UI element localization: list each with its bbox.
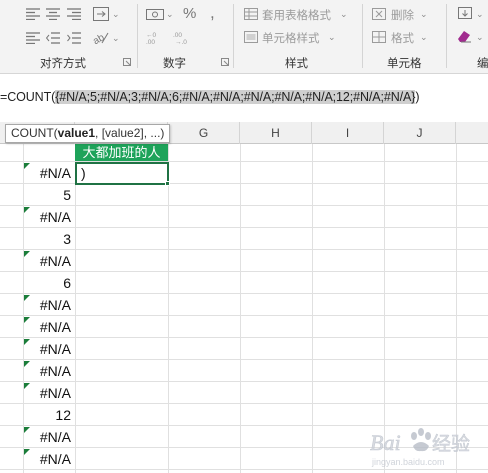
decrease-indent-icon[interactable]: [46, 32, 60, 44]
cell-a-value[interactable]: #N/A: [24, 316, 75, 338]
cell-a-value[interactable]: #N/A: [24, 360, 75, 382]
accounting-format-icon[interactable]: [146, 7, 164, 21]
editing-group-label: 编: [477, 58, 488, 70]
merge-center-icon[interactable]: [93, 7, 109, 21]
grid-line: [75, 144, 76, 473]
function-tooltip: COUNT(value1, [value2], ...): [5, 124, 170, 143]
svg-text:Bai: Bai: [370, 430, 401, 455]
cell-a-value[interactable]: 3: [24, 228, 75, 250]
baidu-jingyan-watermark: Bai 经验 jingyan.baidu.com: [370, 420, 488, 470]
fill-handle[interactable]: [165, 181, 170, 186]
grid-line: [312, 144, 313, 473]
increase-decimal-icon[interactable]: ←0.00: [146, 30, 164, 44]
format-dropdown-icon[interactable]: ⌄: [420, 32, 428, 43]
tooltip-other-arguments: , [value2], ...): [95, 126, 165, 140]
group-separator: [362, 4, 363, 68]
formula-selected-array: {#N/A;5;#N/A;3;#N/A;6;#N/A;#N/A;#N/A;#N/…: [55, 90, 416, 104]
formula-suffix: ): [415, 90, 420, 104]
column-header-i[interactable]: I: [312, 122, 384, 144]
cell-a-value[interactable]: #N/A: [24, 294, 75, 316]
column-header-k[interactable]: [456, 122, 488, 144]
column-f-header-cell[interactable]: 大都加班的人: [75, 144, 168, 161]
column-header-h[interactable]: H: [240, 122, 312, 144]
cell-a-value[interactable]: #N/A: [24, 448, 75, 470]
active-cell-editor[interactable]: ): [75, 162, 169, 185]
number-group-label: 数字: [163, 58, 186, 70]
cell-a-value[interactable]: #N/A: [24, 426, 75, 448]
styles-group-label: 样式: [285, 58, 308, 70]
cell-a-value[interactable]: #N/A: [24, 162, 75, 184]
cell-styles-dropdown-icon[interactable]: ⌄: [328, 32, 336, 43]
accounting-dropdown-icon[interactable]: ⌄: [166, 9, 174, 20]
align-top-left-icon[interactable]: [26, 8, 40, 20]
tooltip-current-argument[interactable]: value1: [58, 126, 95, 140]
clear-dropdown-icon[interactable]: ⌄: [476, 32, 484, 43]
formula-bar[interactable]: =COUNT({#N/A;5;#N/A;3;#N/A;6;#N/A;#N/A;#…: [0, 84, 488, 110]
alignment-group-label: 对齐方式: [40, 58, 86, 70]
merge-dropdown-icon[interactable]: ⌄: [112, 9, 120, 20]
format-as-table-button[interactable]: 套用表格格式: [262, 7, 331, 23]
format-button[interactable]: 格式: [391, 30, 414, 46]
cell-styles-icon[interactable]: [244, 31, 258, 43]
cell-a-value[interactable]: #N/A: [24, 382, 75, 404]
tooltip-function-name[interactable]: COUNT(: [11, 126, 58, 140]
svg-text:←0: ←0: [146, 32, 157, 39]
cell-styles-button[interactable]: 单元格样式: [262, 30, 320, 46]
svg-text:→.0: →.0: [175, 39, 187, 44]
comma-style-icon[interactable]: ,: [210, 3, 215, 23]
fill-dropdown-icon[interactable]: ⌄: [476, 9, 484, 20]
group-separator: [446, 4, 447, 68]
group-separator: [233, 4, 234, 68]
delete-dropdown-icon[interactable]: ⌄: [420, 9, 428, 20]
formula-prefix: =COUNT(: [0, 90, 56, 104]
grid-line: [168, 144, 169, 473]
increase-indent-icon[interactable]: [67, 32, 81, 44]
fill-icon[interactable]: [457, 6, 473, 20]
grid-line: [240, 144, 241, 473]
svg-text:.00: .00: [173, 32, 182, 39]
delete-cells-icon[interactable]: [372, 8, 386, 20]
cell-a-value[interactable]: 12: [24, 404, 75, 426]
svg-text:jingyan.baidu.com: jingyan.baidu.com: [371, 457, 445, 467]
cell-a-value[interactable]: #N/A: [24, 338, 75, 360]
alignment-dialog-launcher-icon[interactable]: [123, 58, 131, 66]
cell-a-value[interactable]: #N/A: [24, 250, 75, 272]
cells-group-label: 单元格: [387, 58, 422, 70]
cell-a-value[interactable]: #N/A: [24, 206, 75, 228]
column-header-j[interactable]: J: [384, 122, 456, 144]
align-left-icon[interactable]: [26, 32, 40, 44]
formula-text[interactable]: =COUNT({#N/A;5;#N/A;3;#N/A;6;#N/A;#N/A;#…: [0, 90, 420, 104]
orientation-dropdown-icon[interactable]: ⌄: [112, 33, 120, 44]
delete-button[interactable]: 删除: [391, 7, 414, 23]
percent-icon[interactable]: %: [183, 5, 196, 22]
svg-text:经验: 经验: [432, 433, 470, 455]
format-cells-icon[interactable]: [372, 31, 386, 43]
group-separator: [137, 4, 138, 68]
ribbon: ⌄ ab ⌄ 对齐方式 ⌄ % , ←0.00 .00 →.0 数字 套用表格格式…: [0, 0, 488, 74]
align-top-center-icon[interactable]: [46, 8, 60, 20]
clear-eraser-icon[interactable]: [456, 29, 472, 43]
column-header-g[interactable]: G: [168, 122, 240, 144]
number-dialog-launcher-icon[interactable]: [221, 58, 229, 66]
align-top-right-icon[interactable]: [67, 8, 81, 20]
cell-a-value[interactable]: 5: [24, 184, 75, 206]
decrease-decimal-icon[interactable]: .00 →.0: [173, 30, 191, 44]
orientation-icon[interactable]: ab: [93, 31, 109, 45]
format-as-table-dropdown-icon[interactable]: ⌄: [340, 9, 348, 20]
cell-a-value[interactable]: 6: [24, 272, 75, 294]
svg-text:.00: .00: [146, 39, 155, 44]
format-as-table-icon[interactable]: [244, 8, 258, 20]
